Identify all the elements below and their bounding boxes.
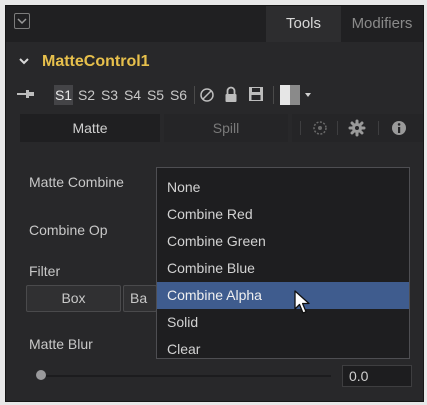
gear-icon[interactable] <box>348 119 366 137</box>
node-header[interactable]: MatteControl1 <box>6 50 423 76</box>
chevron-down-icon <box>17 18 27 25</box>
matte-blur-value-field[interactable]: 0.0 <box>342 365 412 387</box>
tab-modifiers[interactable]: Modifiers <box>341 6 423 42</box>
toolbar-divider <box>194 86 195 104</box>
section-tabs: Matte Spill <box>6 114 423 142</box>
option-combine-blue[interactable]: Combine Blue <box>157 255 409 282</box>
filter-bartlett-button[interactable]: Ba <box>123 285 157 312</box>
filter-box-button[interactable]: Box <box>26 285 121 312</box>
inspector-panel: Tools Modifiers MatteControl1 S1 S2 S3 S… <box>5 5 424 402</box>
collapse-panel-button[interactable] <box>14 13 30 29</box>
tab-divider <box>300 121 301 135</box>
tab-tools[interactable]: Tools <box>266 6 341 42</box>
info-icon[interactable] <box>391 120 407 136</box>
toolbar-divider <box>273 86 274 104</box>
matte-blur-slider-handle[interactable] <box>36 370 46 380</box>
chevron-down-icon[interactable] <box>18 55 30 67</box>
combine-op-label: Combine Op <box>29 222 108 238</box>
pin-icon[interactable] <box>16 87 36 101</box>
slot-s5-button[interactable]: S5 <box>146 85 165 105</box>
slot-s1-button[interactable]: S1 <box>54 85 73 105</box>
option-combine-green[interactable]: Combine Green <box>157 228 409 255</box>
slot-s6-button[interactable]: S6 <box>169 85 188 105</box>
tab-icon-group <box>292 114 423 142</box>
option-none[interactable]: None <box>157 174 409 201</box>
option-combine-alpha[interactable]: Combine Alpha <box>157 282 409 309</box>
slot-s4-button[interactable]: S4 <box>123 85 142 105</box>
save-icon[interactable] <box>248 86 264 102</box>
matte-combine-dropdown-menu: None Combine Red Combine Green Combine B… <box>156 167 410 359</box>
tab-matte[interactable]: Matte <box>20 114 160 142</box>
matte-blur-label: Matte Blur <box>29 336 93 352</box>
panel-tab-bar: Tools Modifiers <box>6 6 423 42</box>
mouse-cursor-icon <box>294 290 310 314</box>
option-solid[interactable]: Solid <box>157 309 409 336</box>
node-toolbar: S1 S2 S3 S4 S5 S6 <box>6 82 423 108</box>
tab-spill[interactable]: Spill <box>164 114 288 142</box>
slot-s3-button[interactable]: S3 <box>100 85 119 105</box>
tab-divider <box>337 121 338 135</box>
lock-icon[interactable] <box>224 86 238 103</box>
disable-icon[interactable] <box>199 87 215 103</box>
filter-label: Filter <box>29 263 61 279</box>
slot-s2-button[interactable]: S2 <box>77 85 96 105</box>
node-name: MatteControl1 <box>42 53 150 70</box>
color-swatch-icon[interactable] <box>280 85 314 105</box>
option-clear[interactable]: Clear <box>157 336 409 363</box>
matte-combine-label: Matte Combine <box>29 174 124 190</box>
matte-blur-slider-track[interactable] <box>36 375 331 377</box>
tab-divider <box>378 121 379 135</box>
option-combine-red[interactable]: Combine Red <box>157 201 409 228</box>
target-icon[interactable] <box>312 120 328 136</box>
